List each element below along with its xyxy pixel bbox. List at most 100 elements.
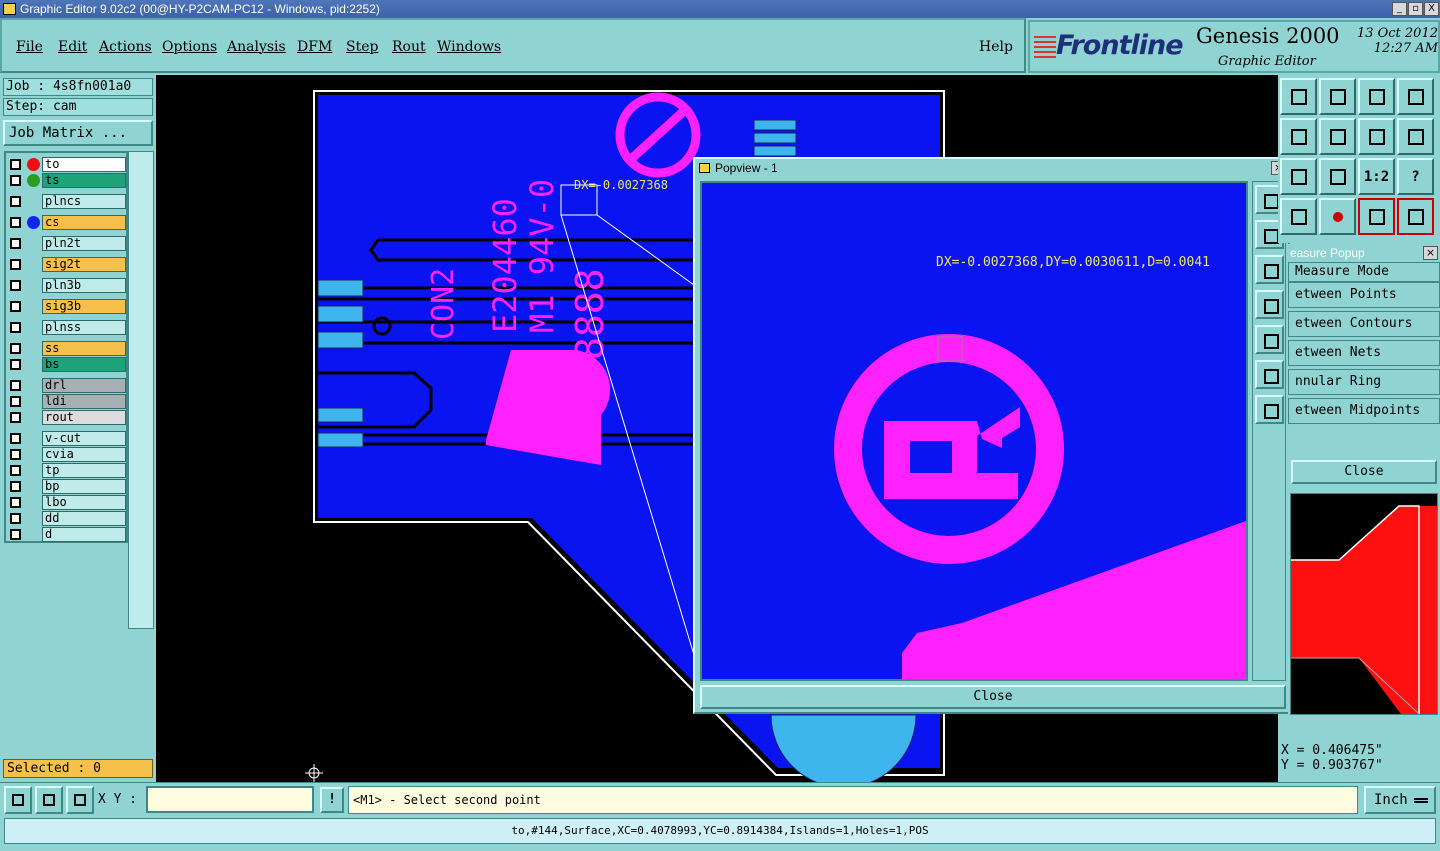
menu-edit[interactable]: Edit: [58, 39, 87, 55]
layer-checkbox[interactable]: [10, 529, 21, 540]
job-matrix-button[interactable]: Job Matrix ...: [3, 120, 153, 146]
layer-row-plnss[interactable]: plnss: [8, 320, 126, 335]
menu-options[interactable]: Options: [162, 39, 217, 55]
menu-step[interactable]: Step: [346, 39, 378, 55]
layer-checkbox[interactable]: [10, 465, 21, 476]
layer-name[interactable]: sig2t: [42, 257, 126, 272]
layer-row-rout[interactable]: rout: [8, 410, 126, 425]
layer-scrollbar[interactable]: [128, 151, 154, 629]
layer-row-drl[interactable]: drl: [8, 378, 126, 393]
layer-name[interactable]: pln2t: [42, 236, 126, 251]
layer-checkbox[interactable]: [10, 380, 21, 391]
layer-row-d[interactable]: d: [8, 527, 126, 542]
layer-row-pln2t[interactable]: pln2t: [8, 236, 126, 251]
layer-name[interactable]: sig3b: [42, 299, 126, 314]
menu-actions[interactable]: Actions: [99, 39, 152, 55]
mode-between-contours[interactable]: etween Contours: [1288, 311, 1440, 337]
layer-name[interactable]: pln3b: [42, 278, 126, 293]
menu-dfm[interactable]: DFM: [297, 39, 332, 55]
measure-close-button[interactable]: Close: [1291, 460, 1437, 484]
grid-icon[interactable]: [66, 786, 94, 814]
pan-up-icon[interactable]: [1280, 78, 1317, 115]
pan-down-icon[interactable]: [1319, 78, 1356, 115]
layer-checkbox[interactable]: [10, 433, 21, 444]
mode-between-midpoints[interactable]: etween Midpoints: [1288, 398, 1440, 424]
layer-row-to[interactable]: to: [8, 157, 126, 172]
menu-help[interactable]: Help: [979, 39, 1013, 55]
zoom-out-area-icon[interactable]: [35, 786, 63, 814]
mode-annular-ring[interactable]: nnular Ring: [1288, 369, 1440, 395]
layer-checkbox[interactable]: [10, 280, 21, 291]
pan-left-icon[interactable]: [1280, 118, 1317, 155]
layer-name[interactable]: rout: [42, 410, 126, 425]
popview-window[interactable]: Popview - 1 × DX=-0.0027368,DY=0.0030611…: [693, 157, 1290, 714]
layer-name[interactable]: ts: [42, 173, 126, 188]
popview-tool-5[interactable]: [1255, 325, 1284, 354]
zoom-area-icon[interactable]: [4, 786, 32, 814]
layer-checkbox[interactable]: [10, 412, 21, 423]
layer-name[interactable]: bp: [42, 479, 126, 494]
layer-name[interactable]: ldi: [42, 394, 126, 409]
layer-checkbox[interactable]: [10, 238, 21, 249]
layer-row-plncs[interactable]: plncs: [8, 194, 126, 209]
layer-name[interactable]: tp: [42, 463, 126, 478]
window-title-bar[interactable]: Graphic Editor 9.02c2 (00@HY-P2CAM-PC12 …: [0, 0, 1440, 18]
minimize-button[interactable]: _: [1392, 2, 1407, 16]
mode-between-points[interactable]: etween Points: [1288, 282, 1440, 308]
layer-row-dd[interactable]: dd: [8, 511, 126, 526]
layer-row-bs[interactable]: bs: [8, 357, 126, 372]
xy-input[interactable]: [146, 786, 314, 813]
zoom-ratio-button[interactable]: 1:2: [1358, 158, 1395, 195]
layer-checkbox[interactable]: [10, 481, 21, 492]
layer-name[interactable]: dd: [42, 511, 126, 526]
menu-file[interactable]: File: [16, 39, 43, 55]
layer-checkbox[interactable]: [10, 449, 21, 460]
close-window-button[interactable]: X: [1424, 2, 1439, 16]
help-icon[interactable]: ?: [1397, 158, 1434, 195]
layer-checkbox[interactable]: [10, 259, 21, 270]
layer-checkbox[interactable]: [10, 513, 21, 524]
layer-name[interactable]: lbo: [42, 495, 126, 510]
layer-name[interactable]: plncs: [42, 194, 126, 209]
measure-popup[interactable]: easure Popup × Measure Mode etween Point…: [1288, 244, 1440, 718]
layer-row-v-cut[interactable]: v-cut: [8, 431, 126, 446]
layer-name[interactable]: v-cut: [42, 431, 126, 446]
layer-checkbox[interactable]: [10, 175, 21, 186]
layer-name[interactable]: plnss: [42, 320, 126, 335]
popview-title-bar[interactable]: Popview - 1 ×: [695, 159, 1288, 177]
layer-row-pln3b[interactable]: pln3b: [8, 278, 126, 293]
layer-checkbox[interactable]: [10, 396, 21, 407]
zoom-fit-icon[interactable]: [1280, 158, 1317, 195]
split-view-icon[interactable]: [1397, 78, 1434, 115]
layer-name[interactable]: d: [42, 527, 126, 542]
popview-zoomed-view[interactable]: DX=-0.0027368,DY=0.0030611,D=0.0041: [700, 181, 1248, 681]
layer-checkbox[interactable]: [10, 217, 21, 228]
popview-zoom-out-icon[interactable]: [1255, 395, 1284, 424]
layer-name[interactable]: ss: [42, 341, 126, 356]
home-icon[interactable]: [1358, 78, 1395, 115]
layer-checkbox[interactable]: [10, 322, 21, 333]
probe-icon[interactable]: [1319, 198, 1356, 235]
layer-name[interactable]: to: [42, 157, 126, 172]
menu-windows[interactable]: Windows: [437, 39, 501, 55]
layer-row-ldi[interactable]: ldi: [8, 394, 126, 409]
mirror-icon[interactable]: [1358, 118, 1395, 155]
mode-between-nets[interactable]: etween Nets: [1288, 340, 1440, 366]
layer-name[interactable]: bs: [42, 357, 126, 372]
center-icon[interactable]: [1319, 158, 1356, 195]
layer-row-tp[interactable]: tp: [8, 463, 126, 478]
pan-right-icon[interactable]: [1319, 118, 1356, 155]
layer-name[interactable]: cs: [42, 215, 126, 230]
layer-row-ss[interactable]: ss: [8, 341, 126, 356]
layer-name[interactable]: drl: [42, 378, 126, 393]
layer-checkbox[interactable]: [10, 196, 21, 207]
layer-checkbox[interactable]: [10, 343, 21, 354]
units-dropdown[interactable]: Inch: [1364, 786, 1436, 814]
layer-checkbox[interactable]: [10, 359, 21, 370]
layer-row-ts[interactable]: ts: [8, 173, 126, 188]
popview-zoom-in-icon[interactable]: [1255, 360, 1284, 389]
execute-button[interactable]: !: [320, 787, 344, 813]
popview-tool-4[interactable]: [1255, 290, 1284, 319]
popview-tool-3[interactable]: [1255, 255, 1284, 284]
layer-row-sig3b[interactable]: sig3b: [8, 299, 126, 314]
